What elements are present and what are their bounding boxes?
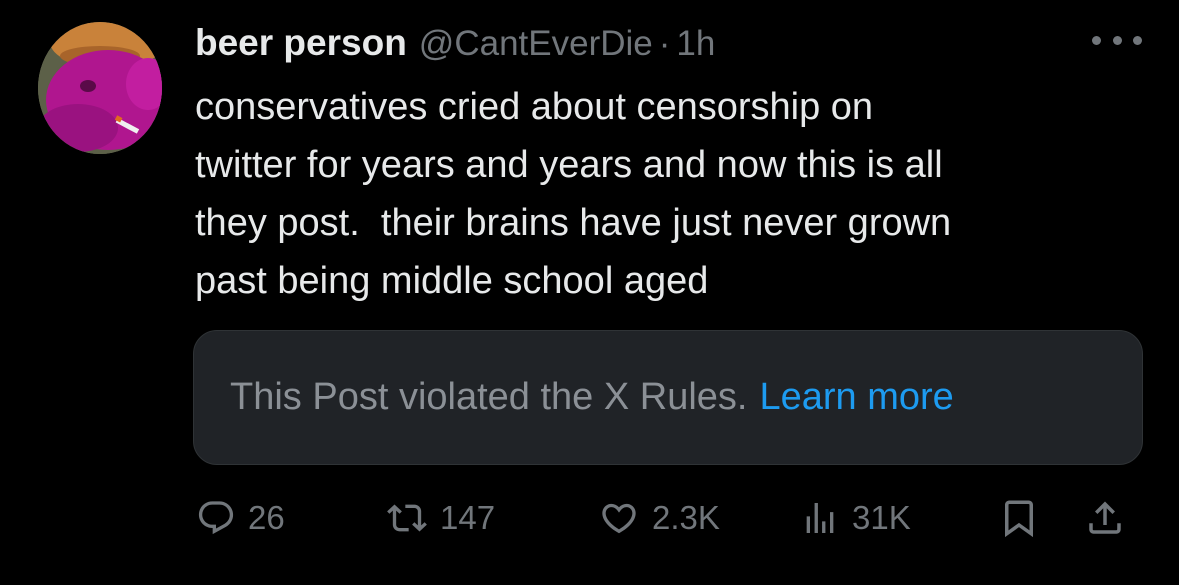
tweet-text: conservatives cried about censorship on … <box>195 86 952 302</box>
separator-dot: · <box>658 24 671 63</box>
repost-icon <box>387 504 427 532</box>
reply-icon <box>198 501 234 535</box>
repost-count: 147 <box>440 499 496 536</box>
tweet-card[interactable]: beer person @CantEverDie · 1h conservati… <box>0 0 1179 585</box>
action-bar: 26 147 2.3K 31K <box>190 495 1140 541</box>
notice-text: This Post violated the X Rules. <box>230 376 748 418</box>
bookmark-button[interactable] <box>998 495 1040 541</box>
avatar-image <box>38 22 162 154</box>
share-icon <box>1089 501 1121 534</box>
tweet-header: beer person @CantEverDie · 1h <box>195 22 715 66</box>
user-handle[interactable]: @CantEverDie <box>419 24 653 64</box>
more-options-icon[interactable] <box>1092 28 1142 52</box>
repost-button[interactable]: 147 <box>386 495 495 541</box>
views-chart-icon <box>806 503 834 533</box>
learn-more-link[interactable]: Learn more <box>759 376 953 419</box>
violation-notice: This Post violated the X Rules. Learn mo… <box>193 330 1143 465</box>
display-name[interactable]: beer person <box>195 22 407 64</box>
like-button[interactable]: 2.3K <box>598 495 720 541</box>
share-button[interactable] <box>1084 495 1126 541</box>
views-count: 31K <box>852 499 911 536</box>
bookmark-icon <box>1005 500 1033 538</box>
avatar[interactable] <box>38 22 162 154</box>
heart-icon <box>602 503 636 534</box>
reply-button[interactable]: 26 <box>196 495 285 541</box>
views-button[interactable]: 31K <box>800 495 911 541</box>
like-count: 2.3K <box>652 499 720 536</box>
reply-count: 26 <box>248 499 285 536</box>
timestamp[interactable]: 1h <box>676 24 715 64</box>
